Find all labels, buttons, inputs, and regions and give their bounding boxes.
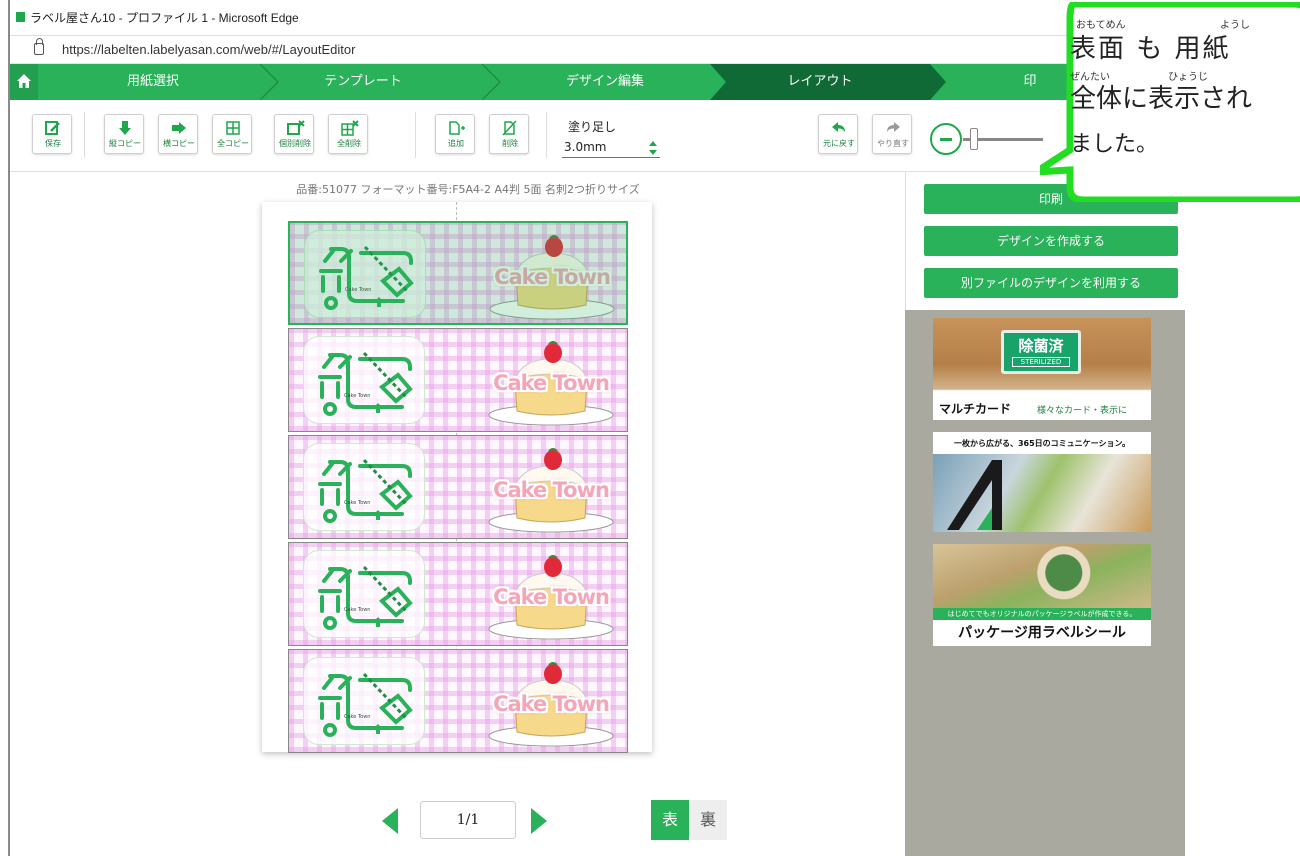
step-layout[interactable]: レイアウト — [710, 64, 930, 100]
add-button[interactable]: 追加 — [435, 114, 475, 154]
grid-icon — [226, 121, 240, 135]
logo-mark-icon — [318, 565, 413, 630]
front-face-button[interactable]: 表 — [651, 800, 689, 840]
logo-frame: Cake Town — [303, 443, 425, 531]
cake-illustration: Cake Town — [481, 551, 621, 641]
logo-mark-icon — [319, 245, 414, 310]
step-template[interactable]: テンプレート — [268, 64, 458, 100]
logo-caption: Cake Town — [344, 607, 371, 613]
add-page-icon — [449, 121, 465, 135]
ad3-band: はじめてでもオリジナルのパッケージラベルが作成できる。 — [933, 608, 1151, 620]
label-card[interactable]: Cake Town Cake Town — [288, 649, 628, 753]
vertical-copy-button[interactable]: 縦コピー — [104, 114, 144, 154]
back-face-button[interactable]: 裏 — [689, 800, 727, 840]
logo-mark-icon — [318, 351, 413, 416]
individual-delete-button[interactable]: 個別削除 — [274, 114, 314, 154]
bleed-select[interactable]: 3.0mm — [562, 140, 660, 158]
cake-illustration: Cake Town — [481, 658, 621, 748]
label-title: Cake Town — [493, 585, 610, 609]
ad1-title: マルチカード — [939, 402, 1012, 416]
ad-panel: 除菌済 STERILIZED マルチカード 様々なカード・表示に 一枚から広がる… — [905, 310, 1185, 856]
use-other-file-button[interactable]: 別ファイルのデザインを利用する — [924, 268, 1178, 298]
browser-window: ラベル屋さん10 - プロファイル 1 - Microsoft Edge htt… — [8, 0, 1300, 856]
create-design-button[interactable]: デザインを作成する — [924, 226, 1178, 256]
ad2-title: 一枚から広がる、365日のコミュニケーション。 — [953, 439, 1131, 448]
home-button[interactable] — [10, 64, 38, 100]
ad-multi-card[interactable]: 除菌済 STERILIZED マルチカード 様々なカード・表示に — [933, 318, 1151, 420]
callout-line-3: ました。 — [1070, 132, 1159, 157]
logo-caption: Cake Town — [344, 714, 371, 720]
ad3-image — [933, 544, 1151, 608]
callout-line-2: 全体に表示され — [1070, 84, 1253, 114]
logo-frame: Cake Town — [303, 657, 425, 745]
url-text[interactable]: https://labelten.labelyasan.com/web/#/La… — [62, 42, 355, 57]
arrow-down-icon — [119, 121, 131, 135]
ad-communication[interactable]: 一枚から広がる、365日のコミュニケーション。 — [933, 432, 1151, 532]
format-info: 品番:51077 フォーマット番号:F5A4-2 A4判 5面 名刺2つ折りサイ… — [296, 183, 640, 196]
toolbar-divider — [415, 112, 416, 158]
logo-frame: Cake Town — [303, 550, 425, 638]
paper-sheet: Cake Town Cake Town Cake Town Cake Town Cake… — [262, 202, 652, 753]
logo-frame: Cake Town — [303, 336, 425, 424]
grid-delete-icon — [341, 120, 359, 136]
bleed-label: 塗り足し — [568, 120, 617, 134]
undo-icon — [832, 122, 845, 132]
ad3-title: パッケージ用ラベルシール — [958, 625, 1126, 641]
page-indicator[interactable]: 1/1 — [420, 801, 516, 839]
app-icon — [16, 12, 25, 22]
cake-image — [489, 235, 615, 320]
save-icon — [45, 121, 60, 135]
logo-mark-icon — [318, 458, 413, 523]
label-title: Cake Town — [493, 692, 610, 716]
home-icon — [17, 74, 31, 88]
ad1-subtitle: 様々なカード・表示に — [1037, 406, 1128, 416]
cake-illustration: Cake Town — [481, 337, 621, 427]
undo-button[interactable]: 元に戻す — [818, 114, 858, 154]
a4-logo-icon — [947, 460, 1002, 530]
toolbar-divider — [546, 112, 547, 158]
ad-package-label[interactable]: はじめてでもオリジナルのパッケージラベルが作成できる。 パッケージ用ラベルシール — [933, 544, 1151, 646]
lock-icon — [34, 38, 44, 55]
redo-button[interactable]: やり直す — [872, 114, 912, 154]
step-paper-select[interactable]: 用紙選択 — [38, 64, 268, 100]
zoom-slider-thumb[interactable] — [970, 128, 978, 150]
all-copy-button[interactable]: 全コピー — [212, 114, 252, 154]
redo-icon — [887, 122, 900, 132]
arrow-right-icon — [172, 122, 186, 134]
logo-mark-icon — [318, 672, 413, 737]
step-separator — [930, 64, 946, 100]
instruction-callout: おもてめん ようし 表面 も 用紙 ぜんたい ひょうじ 全体に表示され ました。 — [1040, 2, 1300, 202]
label-card[interactable]: Cake Town Cake Town — [288, 328, 628, 432]
cake-illustration: Cake Town — [482, 231, 622, 321]
toolbar-divider — [84, 112, 85, 158]
ad2-image — [933, 454, 1151, 532]
label-card[interactable]: Cake Town Cake Town — [288, 542, 628, 646]
logo-frame: Cake Town — [304, 230, 426, 318]
save-button[interactable]: 保存 — [32, 114, 72, 154]
cake-illustration: Cake Town — [481, 444, 621, 534]
step-separator — [710, 64, 726, 100]
label-title: Cake Town — [493, 371, 610, 395]
callout-line-1: 表面 も 用紙 — [1070, 34, 1231, 64]
next-page-button[interactable] — [531, 808, 547, 834]
window-title: ラベル屋さん10 - プロファイル 1 - Microsoft Edge — [30, 11, 299, 25]
zoom-out-button[interactable] — [930, 123, 962, 155]
delete-page-icon — [502, 120, 517, 136]
label-title: Cake Town — [494, 265, 611, 289]
step-design-edit[interactable]: デザイン編集 — [500, 64, 710, 100]
logo-caption: Cake Town — [345, 287, 372, 293]
label-card[interactable]: Cake Town Cake Town — [288, 435, 628, 539]
sterilized-sign: 除菌済 STERILIZED — [1001, 330, 1081, 374]
label-title: Cake Town — [493, 478, 610, 502]
logo-caption: Cake Town — [344, 500, 371, 506]
spinner-icon — [649, 141, 657, 155]
horizontal-copy-button[interactable]: 横コピー — [158, 114, 198, 154]
logo-caption: Cake Town — [344, 393, 371, 399]
all-delete-button[interactable]: 全削除 — [328, 114, 368, 154]
prev-page-button[interactable] — [382, 808, 398, 834]
delete-button[interactable]: 削除 — [489, 114, 529, 154]
label-card[interactable]: Cake Town Cake Town — [288, 221, 628, 325]
frame-delete-icon — [287, 120, 305, 135]
bleed-value: 3.0mm — [564, 140, 607, 154]
